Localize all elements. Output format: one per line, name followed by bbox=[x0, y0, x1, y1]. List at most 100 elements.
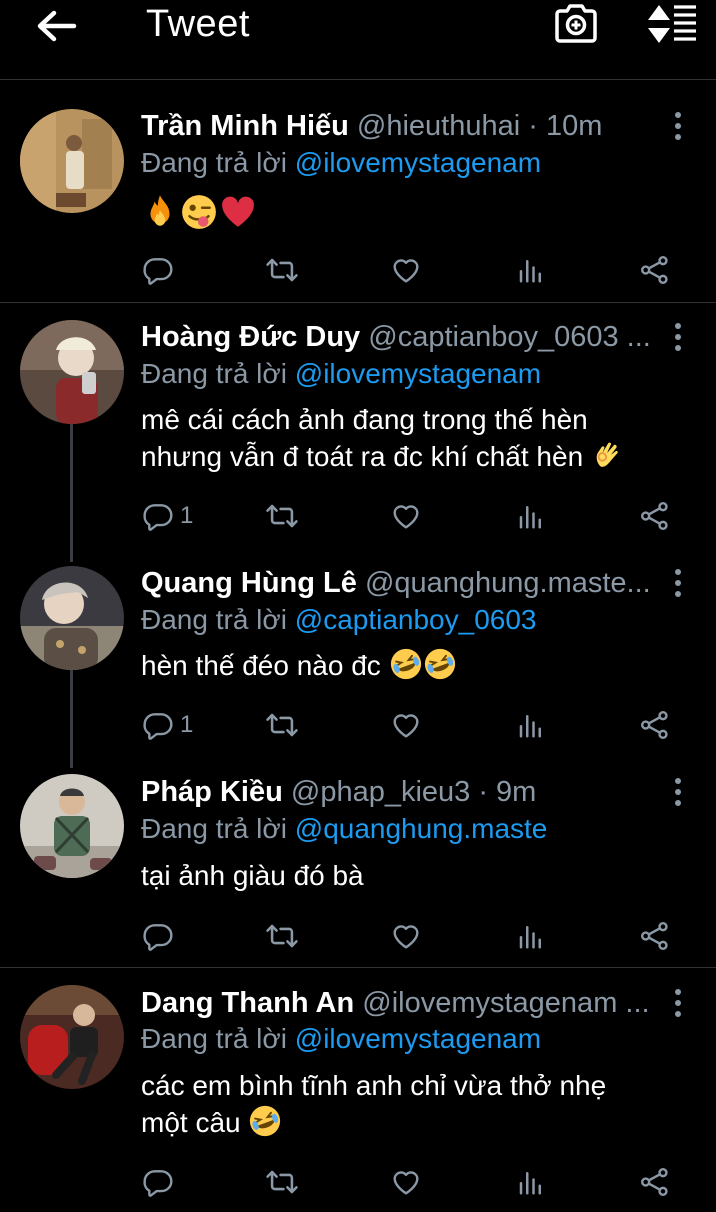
replying-to: Đang trả lời @ilovemystagenam bbox=[141, 1020, 541, 1058]
reply-icon bbox=[142, 254, 174, 286]
avatar[interactable] bbox=[20, 774, 124, 878]
winking-tongue-face-icon bbox=[182, 195, 216, 229]
author-handle-time: @captianboy_0603 ... bbox=[368, 321, 651, 353]
replying-to: Đang trả lời @quanghung.maste bbox=[141, 810, 547, 848]
tweet-actions bbox=[0, 250, 716, 290]
tweet-header: Trần Minh Hiếu @hieuthuhai · 10m bbox=[141, 106, 658, 146]
retweet-button[interactable] bbox=[265, 705, 299, 745]
heart-icon bbox=[390, 500, 422, 532]
reply-button[interactable] bbox=[142, 1162, 174, 1202]
reply-icon bbox=[142, 920, 174, 952]
share-button[interactable] bbox=[639, 496, 671, 536]
replying-to-label: Đang trả lời bbox=[141, 604, 287, 635]
replying-to-label: Đang trả lời bbox=[141, 147, 287, 178]
analytics-icon bbox=[516, 709, 546, 741]
tweet-reply[interactable]: Hoàng Đức Duy @captianboy_0603 ... Đang … bbox=[0, 303, 716, 551]
tweet-text: các em bình tĩnh anh chỉ vừa thở nhẹ một… bbox=[141, 1067, 691, 1141]
replying-to: Đang trả lời @ilovemystagenam bbox=[141, 144, 541, 182]
analytics-icon bbox=[516, 254, 546, 286]
tweet-text-line: mê cái cách ảnh đang trong thế hèn bbox=[141, 404, 588, 435]
avatar[interactable] bbox=[20, 985, 124, 1089]
more-options-icon[interactable] bbox=[666, 983, 690, 1023]
like-button[interactable] bbox=[390, 916, 422, 956]
author-name[interactable]: Quang Hùng Lê bbox=[141, 567, 357, 599]
replying-to-label: Đang trả lời bbox=[141, 358, 287, 389]
page-title: Tweet bbox=[146, 3, 250, 45]
retweet-icon bbox=[265, 919, 299, 953]
analytics-icon bbox=[516, 1166, 546, 1198]
analytics-icon bbox=[516, 500, 546, 532]
reply-mention-link[interactable]: @captianboy_0603 bbox=[295, 604, 537, 635]
back-arrow-icon[interactable] bbox=[34, 6, 78, 46]
reply-count: 1 bbox=[180, 502, 194, 529]
tweet-reply[interactable]: Pháp Kiều @phap_kieu3 · 9m Đang trả lời … bbox=[0, 761, 716, 967]
analytics-button[interactable] bbox=[516, 916, 546, 956]
more-options-icon[interactable] bbox=[666, 563, 690, 603]
reply-icon bbox=[142, 500, 174, 532]
heart-icon bbox=[390, 254, 422, 286]
retweet-icon bbox=[265, 499, 299, 533]
analytics-button[interactable] bbox=[516, 250, 546, 290]
replying-to: Đang trả lời @captianboy_0603 bbox=[141, 601, 536, 639]
like-button[interactable] bbox=[390, 705, 422, 745]
retweet-button[interactable] bbox=[265, 496, 299, 536]
rolling-laughing-icon bbox=[248, 1104, 282, 1138]
share-icon bbox=[639, 254, 671, 286]
analytics-button[interactable] bbox=[516, 1162, 546, 1202]
share-icon bbox=[639, 709, 671, 741]
reply-button[interactable] bbox=[142, 250, 174, 290]
analytics-button[interactable] bbox=[516, 705, 546, 745]
author-name[interactable]: Trần Minh Hiếu bbox=[141, 110, 349, 142]
reply-button[interactable]: 1 bbox=[142, 705, 193, 745]
tweet-text-segment: nhưng vẫn đ toát ra đc khí chất hèn bbox=[141, 441, 584, 472]
avatar[interactable] bbox=[20, 566, 124, 670]
avatar[interactable] bbox=[20, 109, 124, 213]
share-button[interactable] bbox=[639, 916, 671, 956]
author-name[interactable]: Pháp Kiều bbox=[141, 776, 283, 808]
tweet-reply[interactable]: Trần Minh Hiếu @hieuthuhai · 10m Đang tr… bbox=[0, 90, 716, 302]
tweet-reply[interactable]: Quang Hùng Lê @quanghung.maste... Đang t… bbox=[0, 551, 716, 761]
reply-button[interactable] bbox=[142, 916, 174, 956]
tweet-text: tại ảnh giàu đó bà bbox=[141, 860, 364, 891]
like-button[interactable] bbox=[390, 250, 422, 290]
share-button[interactable] bbox=[639, 1162, 671, 1202]
tweet-text-line: các em bình tĩnh anh chỉ vừa thở nhẹ bbox=[141, 1070, 607, 1101]
reply-icon bbox=[142, 709, 174, 741]
share-button[interactable] bbox=[639, 250, 671, 290]
author-name[interactable]: Hoàng Đức Duy bbox=[141, 321, 360, 353]
replying-to-label: Đang trả lời bbox=[141, 1023, 287, 1054]
analytics-button[interactable] bbox=[516, 496, 546, 536]
tweet-actions bbox=[0, 1162, 716, 1202]
author-handle-time: @ilovemystagenam ... bbox=[362, 987, 650, 1019]
retweet-icon bbox=[265, 1165, 299, 1199]
tweet-text: hèn thế đéo nào đc bbox=[141, 647, 691, 684]
tweet-text-line: nhưng vẫn đ toát ra đc khí chất hèn bbox=[141, 438, 691, 475]
tweet-text-segment: hèn thế đéo nào đc bbox=[141, 650, 381, 681]
more-options-icon[interactable] bbox=[666, 106, 690, 146]
red-heart-icon bbox=[222, 196, 254, 227]
reply-mention-link[interactable]: @ilovemystagenam bbox=[295, 147, 541, 178]
retweet-button[interactable] bbox=[265, 250, 299, 290]
share-button[interactable] bbox=[639, 705, 671, 745]
tweet-header: Pháp Kiều @phap_kieu3 · 9m bbox=[141, 772, 658, 812]
reply-button[interactable]: 1 bbox=[142, 496, 193, 536]
heart-icon bbox=[390, 920, 422, 952]
more-options-icon[interactable] bbox=[666, 317, 690, 357]
reply-mention-link[interactable]: @ilovemystagenam bbox=[295, 358, 541, 389]
retweet-button[interactable] bbox=[265, 1162, 299, 1202]
tweet-reply[interactable]: Dang Thanh An @ilovemystagenam ... Đang … bbox=[0, 968, 716, 1212]
share-icon bbox=[639, 500, 671, 532]
author-name[interactable]: Dang Thanh An bbox=[141, 987, 354, 1019]
share-icon bbox=[639, 920, 671, 952]
avatar[interactable] bbox=[20, 320, 124, 424]
tweet-text: mê cái cách ảnh đang trong thế hèn nhưng… bbox=[141, 401, 691, 475]
like-button[interactable] bbox=[390, 1162, 422, 1202]
camera-plus-icon[interactable] bbox=[553, 2, 599, 46]
reply-mention-link[interactable]: @ilovemystagenam bbox=[295, 1023, 541, 1054]
retweet-button[interactable] bbox=[265, 916, 299, 956]
reply-mention-link[interactable]: @quanghung.maste bbox=[295, 813, 548, 844]
like-button[interactable] bbox=[390, 496, 422, 536]
sort-tweets-icon[interactable] bbox=[644, 4, 700, 44]
more-options-icon[interactable] bbox=[666, 772, 690, 812]
tweet-actions bbox=[0, 916, 716, 956]
